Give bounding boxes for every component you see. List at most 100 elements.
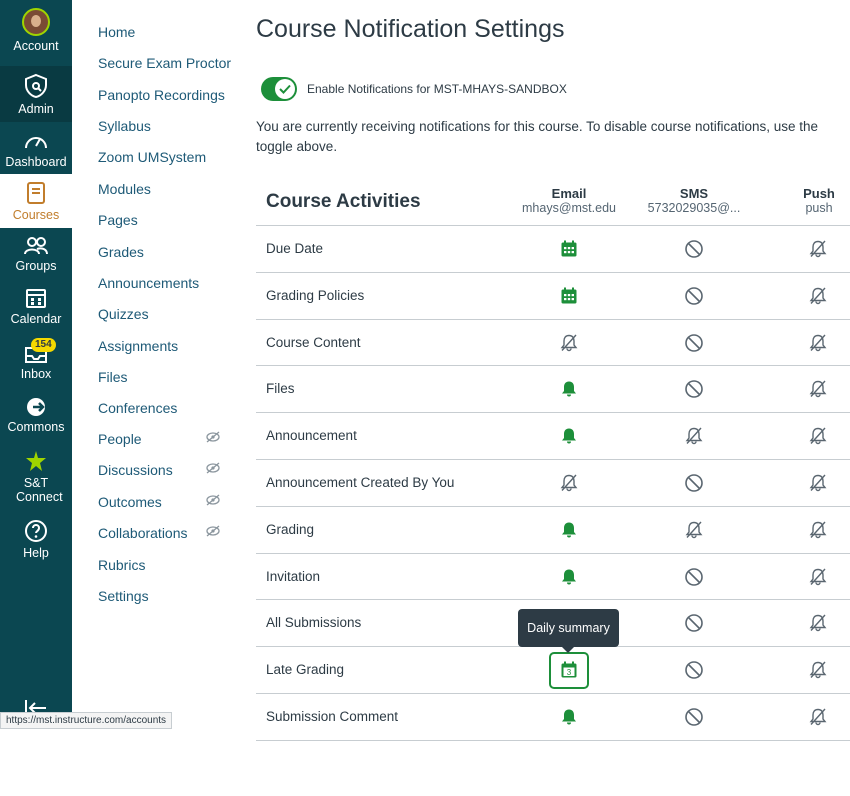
star-icon [26, 451, 46, 471]
table-row: Grading Policies [256, 273, 850, 320]
calendar-icon [26, 289, 46, 308]
global-nav-courses[interactable]: Courses [0, 174, 72, 228]
global-nav-calendar[interactable]: Calendar [0, 287, 72, 331]
sms-disabled-icon[interactable] [683, 378, 705, 400]
push-bell-off-icon[interactable] [807, 238, 829, 260]
email-bell-icon[interactable] [558, 706, 580, 728]
course-nav-discussions[interactable]: Discussions [98, 461, 228, 479]
push-bell-off-icon[interactable] [807, 612, 829, 634]
global-nav-label: Groups [15, 259, 57, 273]
sms-disabled-icon[interactable] [683, 332, 705, 354]
email-bell-off-icon[interactable] [558, 332, 580, 354]
course-nav-pages[interactable]: Pages [98, 211, 228, 229]
table-body: Due Date Grading Policies Course Content Fi… [256, 226, 850, 741]
toggle-label: Enable Notifications for MST-MHAYS-SANDB… [307, 82, 567, 96]
commons-icon [27, 398, 45, 416]
course-nav-outcomes[interactable]: Outcomes [98, 493, 228, 511]
sms-disabled-icon[interactable] [683, 612, 705, 634]
sms-disabled-icon[interactable] [683, 566, 705, 588]
course-nav-secure-exam-proctor[interactable]: Secure Exam Proctor [98, 54, 231, 72]
global-nav-label: Dashboard [5, 155, 67, 169]
push-bell-off-icon[interactable] [807, 472, 829, 494]
row-label: Submission Comment [266, 708, 399, 724]
table-row: Due Date [256, 226, 850, 273]
row-label: Files [266, 381, 295, 397]
course-nav-syllabus[interactable]: Syllabus [98, 117, 228, 135]
svg-text:3: 3 [567, 668, 572, 677]
hidden-eye-icon [206, 431, 220, 443]
global-nav-help[interactable]: Help [0, 519, 72, 563]
email-daily-calendar-icon[interactable] [558, 238, 580, 260]
push-bell-off-icon[interactable] [807, 285, 829, 307]
column-name: Push [803, 186, 835, 201]
global-nav-inbox[interactable]: 154 Inbox [0, 338, 72, 386]
global-nav-account[interactable]: Account [0, 8, 72, 66]
column-push: Push push [744, 186, 850, 216]
table-row: Submission Comment [256, 694, 850, 741]
course-nav-zoom[interactable]: Zoom UMSystem [98, 148, 228, 166]
global-nav-label: Calendar [10, 312, 62, 326]
check-icon [279, 84, 291, 94]
book-icon [27, 182, 45, 204]
course-nav-label: Outcomes [98, 494, 162, 510]
row-label: Announcement [266, 428, 357, 444]
page-title: Course Notification Settings [256, 15, 565, 43]
course-nav-announcements[interactable]: Announcements [98, 274, 228, 292]
email-bell-icon[interactable] [558, 519, 580, 541]
global-nav-label: Help [23, 546, 49, 560]
course-nav-grades[interactable]: Grades [98, 243, 228, 261]
global-nav-admin[interactable]: Admin [0, 66, 72, 122]
table-row: Announcement Created By You [256, 460, 850, 507]
table-row: Invitation [256, 554, 850, 601]
course-nav-panopto[interactable]: Panopto Recordings [98, 86, 228, 104]
global-nav-label: S&T Connect [16, 476, 63, 504]
push-bell-off-icon[interactable] [807, 566, 829, 588]
sms-disabled-icon[interactable] [683, 238, 705, 260]
push-bell-off-icon[interactable] [807, 519, 829, 541]
sms-bell-off-icon[interactable] [683, 425, 705, 447]
sms-bell-off-icon[interactable] [683, 519, 705, 541]
course-nav-collaborations[interactable]: Collaborations [98, 524, 228, 542]
course-nav-modules[interactable]: Modules [98, 180, 228, 198]
push-bell-off-icon[interactable] [807, 425, 829, 447]
push-bell-off-icon[interactable] [807, 378, 829, 400]
table-row: Late Grading 3 [256, 647, 850, 694]
email-bell-off-icon[interactable] [558, 472, 580, 494]
push-bell-off-icon[interactable] [807, 659, 829, 681]
email-bell-icon[interactable] [558, 566, 580, 588]
table-row: Course Content [256, 320, 850, 367]
push-bell-off-icon[interactable] [807, 706, 829, 728]
email-bell-icon[interactable] [558, 378, 580, 400]
course-nav-quizzes[interactable]: Quizzes [98, 305, 228, 323]
table-header: Course Activities Email mhays@mst.edu SM… [256, 180, 850, 226]
global-nav-st-connect[interactable]: S&T Connect [0, 449, 72, 509]
hidden-eye-icon [206, 462, 220, 474]
avatar [22, 8, 50, 36]
email-daily-calendar-icon[interactable]: 3 [558, 659, 580, 681]
course-nav-files[interactable]: Files [98, 368, 228, 386]
course-nav-label: People [98, 431, 142, 447]
global-nav-label: Commons [7, 420, 65, 434]
course-nav-home[interactable]: Home [98, 23, 228, 41]
global-nav-groups[interactable]: Groups [0, 236, 72, 276]
sms-disabled-icon[interactable] [683, 659, 705, 681]
course-nav-people[interactable]: People [98, 430, 228, 448]
course-nav-settings[interactable]: Settings [98, 587, 228, 605]
sms-disabled-icon[interactable] [683, 285, 705, 307]
toggle-knob [275, 79, 295, 99]
email-daily-calendar-icon[interactable] [558, 285, 580, 307]
global-nav-label: Account [13, 39, 59, 53]
global-nav-commons[interactable]: Commons [0, 397, 72, 439]
sms-disabled-icon[interactable] [683, 706, 705, 728]
course-nav-conferences[interactable]: Conferences [98, 399, 228, 417]
sms-disabled-icon[interactable] [683, 472, 705, 494]
global-nav-label: Courses [12, 208, 60, 222]
course-nav-rubrics[interactable]: Rubrics [98, 556, 228, 574]
global-nav-dashboard[interactable]: Dashboard [0, 130, 72, 172]
groups-icon [24, 237, 48, 255]
notification-table: Course Activities Email mhays@mst.edu SM… [256, 180, 850, 741]
course-nav-assignments[interactable]: Assignments [98, 337, 228, 355]
push-bell-off-icon[interactable] [807, 332, 829, 354]
notifications-toggle[interactable] [261, 77, 297, 101]
email-bell-icon[interactable] [558, 425, 580, 447]
